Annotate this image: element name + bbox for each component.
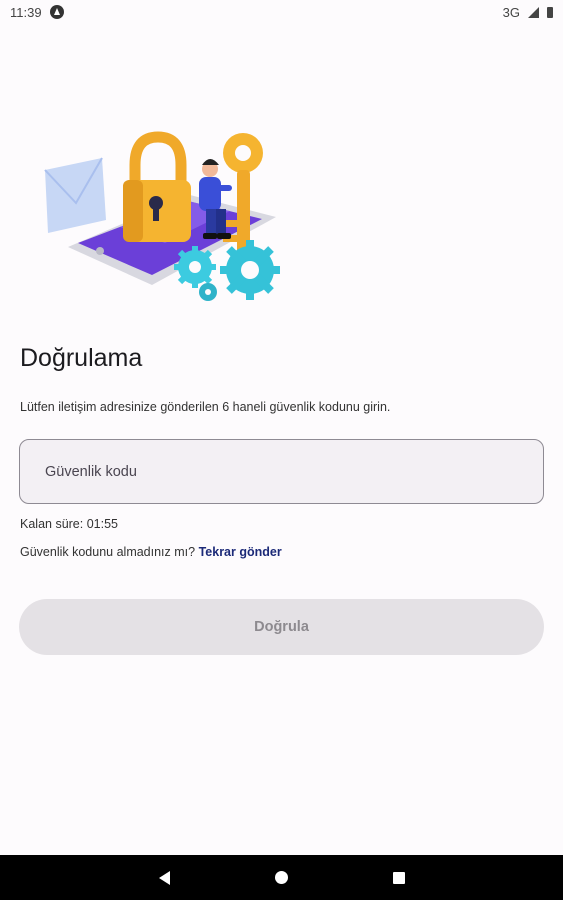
remaining-time-text: Kalan süre: 01:55 [20,517,118,531]
battery-icon [547,6,553,18]
security-illustration [44,131,280,301]
recents-icon[interactable] [392,871,405,884]
back-icon[interactable] [158,870,170,885]
status-bar: 11:39 3G [0,0,563,24]
resend-row: Güvenlik kodunu almadınız mı? Tekrar gön… [20,545,282,559]
resend-prompt: Güvenlik kodunu almadınız mı? [20,545,196,559]
page-title: Doğrulama [20,344,143,372]
security-code-input[interactable] [43,462,520,481]
status-left: 11:39 [10,5,64,20]
instructions-text: Lütfen iletişim adresinize gönderilen 6 … [20,400,391,414]
resend-link[interactable]: Tekrar gönder [199,545,282,559]
status-right: 3G [503,5,553,20]
signal-icon [528,6,539,18]
home-icon[interactable] [274,871,288,884]
network-type: 3G [502,4,520,20]
envelope-icon [44,157,106,233]
verify-button[interactable]: Doğrula [19,599,544,655]
navigation-bar [0,855,563,900]
padlock-icon [123,131,191,242]
status-time: 11:39 [10,4,42,20]
security-code-field[interactable] [19,439,544,504]
notification-icon [49,5,64,19]
